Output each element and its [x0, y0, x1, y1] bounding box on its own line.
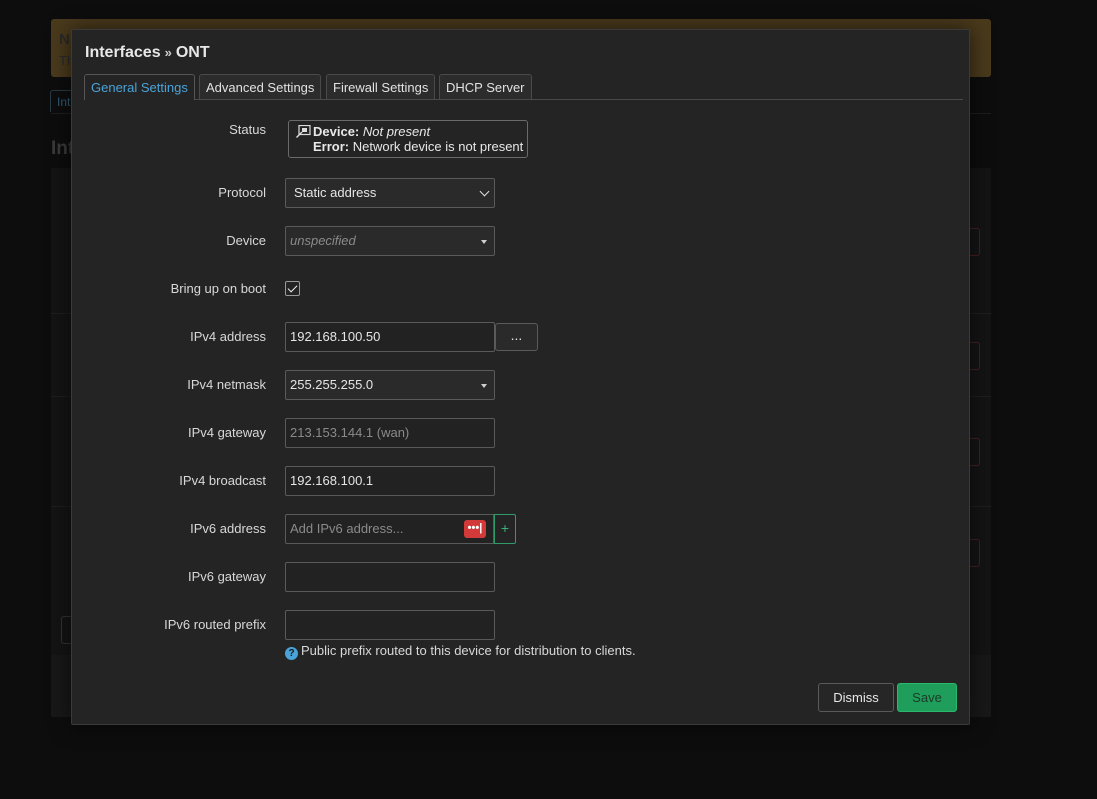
- status-device-value: Not present: [362, 124, 431, 139]
- ipv4-gateway-label: IPv4 gateway: [187, 425, 266, 440]
- device-value: unspecified: [290, 233, 356, 248]
- ipv6-prefix-help: ? Public prefix routed to this device for…: [285, 643, 636, 660]
- ipv4-netmask-label: IPv4 netmask: [187, 377, 266, 392]
- alert-title: N: [59, 31, 70, 48]
- modal-title-section: Interfaces: [85, 44, 161, 61]
- ipv4-netmask-row: IPv4 netmask 255.255.255.0: [72, 370, 971, 400]
- modal-title: Interfaces» ONT: [85, 44, 210, 62]
- ipv4-address-row: IPv4 address 192.168.100.50 ...: [72, 322, 971, 352]
- tab-general-settings[interactable]: General Settings: [84, 74, 195, 100]
- caret-down-icon: [481, 384, 487, 388]
- protocol-select[interactable]: Static address: [285, 178, 495, 208]
- protocol-row: Protocol Static address: [72, 178, 971, 208]
- ipv6-prefix-help-text: Public prefix routed to this device for …: [301, 643, 636, 658]
- ipv6-gateway-row: IPv6 gateway: [72, 562, 971, 592]
- status-device: Device: Not present: [313, 124, 430, 139]
- help-icon: ?: [285, 647, 298, 660]
- tab-advanced-settings[interactable]: Advanced Settings: [199, 74, 322, 99]
- dismiss-button[interactable]: Dismiss: [818, 683, 894, 712]
- status-device-key: Device:: [313, 124, 360, 139]
- ipv6-prefix-input[interactable]: [285, 610, 495, 640]
- device-row: Device unspecified: [72, 226, 971, 256]
- ipv6-address-row: IPv6 address Add IPv6 address... •••| +: [72, 514, 971, 544]
- status-error: Error: Network device is not present: [313, 139, 523, 154]
- interface-edit-modal: Interfaces» ONT General Settings Advanced…: [71, 29, 970, 725]
- caret-down-icon: [481, 240, 487, 244]
- status-error-value: Network device is not present: [352, 139, 524, 154]
- ipv6-gateway-input[interactable]: [285, 562, 495, 592]
- ipv4-netmask-value: 255.255.255.0: [290, 377, 374, 392]
- ipv6-gateway-label: IPv6 gateway: [187, 569, 266, 584]
- ipv6-address-add-button[interactable]: +: [494, 514, 516, 544]
- tab-bar: General Settings Advanced Settings Firew…: [84, 74, 963, 100]
- boot-row: Bring up on boot: [72, 274, 971, 304]
- protocol-label: Protocol: [218, 185, 266, 200]
- ipv4-netmask-dropdown[interactable]: 255.255.255.0: [285, 370, 495, 400]
- boot-label: Bring up on boot: [170, 281, 266, 296]
- breadcrumb-separator: »: [164, 45, 172, 60]
- ipv4-gateway-input[interactable]: 213.153.144.1 (wan): [285, 418, 495, 448]
- ipv6-prefix-row: IPv6 routed prefix: [72, 610, 971, 640]
- ipv6-address-placeholder: Add IPv6 address...: [290, 521, 404, 536]
- device-label: Device: [226, 233, 266, 248]
- ethernet-port-icon: [296, 125, 311, 138]
- tab-dhcp-server[interactable]: DHCP Server: [439, 74, 532, 99]
- ipv4-broadcast-label: IPv4 broadcast: [179, 473, 266, 488]
- protocol-value: Static address: [294, 185, 377, 200]
- tab-firewall-settings[interactable]: Firewall Settings: [326, 74, 436, 99]
- bring-up-on-boot-checkbox[interactable]: [285, 281, 300, 296]
- save-button[interactable]: Save: [897, 683, 957, 712]
- ipv4-address-input[interactable]: 192.168.100.50: [285, 322, 495, 352]
- device-dropdown[interactable]: unspecified: [285, 226, 495, 256]
- ipv4-broadcast-row: IPv4 broadcast 192.168.100.1: [72, 466, 971, 496]
- modal-title-interface: ONT: [175, 44, 210, 61]
- ipv4-broadcast-input[interactable]: 192.168.100.1: [285, 466, 495, 496]
- status-error-key: Error:: [313, 139, 350, 154]
- chevron-down-icon: [479, 186, 490, 197]
- password-manager-icon[interactable]: •••|: [464, 520, 486, 538]
- status-box: Device: Not present Error: Network devic…: [288, 120, 528, 158]
- ipv6-address-input[interactable]: Add IPv6 address... •••|: [285, 514, 494, 544]
- ipv4-gateway-row: IPv4 gateway 213.153.144.1 (wan): [72, 418, 971, 448]
- ipv6-prefix-label: IPv6 routed prefix: [164, 617, 266, 632]
- status-label: Status: [229, 122, 266, 137]
- ipv4-address-more-button[interactable]: ...: [495, 323, 538, 351]
- ipv4-address-label: IPv4 address: [190, 329, 266, 344]
- ipv6-address-label: IPv6 address: [190, 521, 266, 536]
